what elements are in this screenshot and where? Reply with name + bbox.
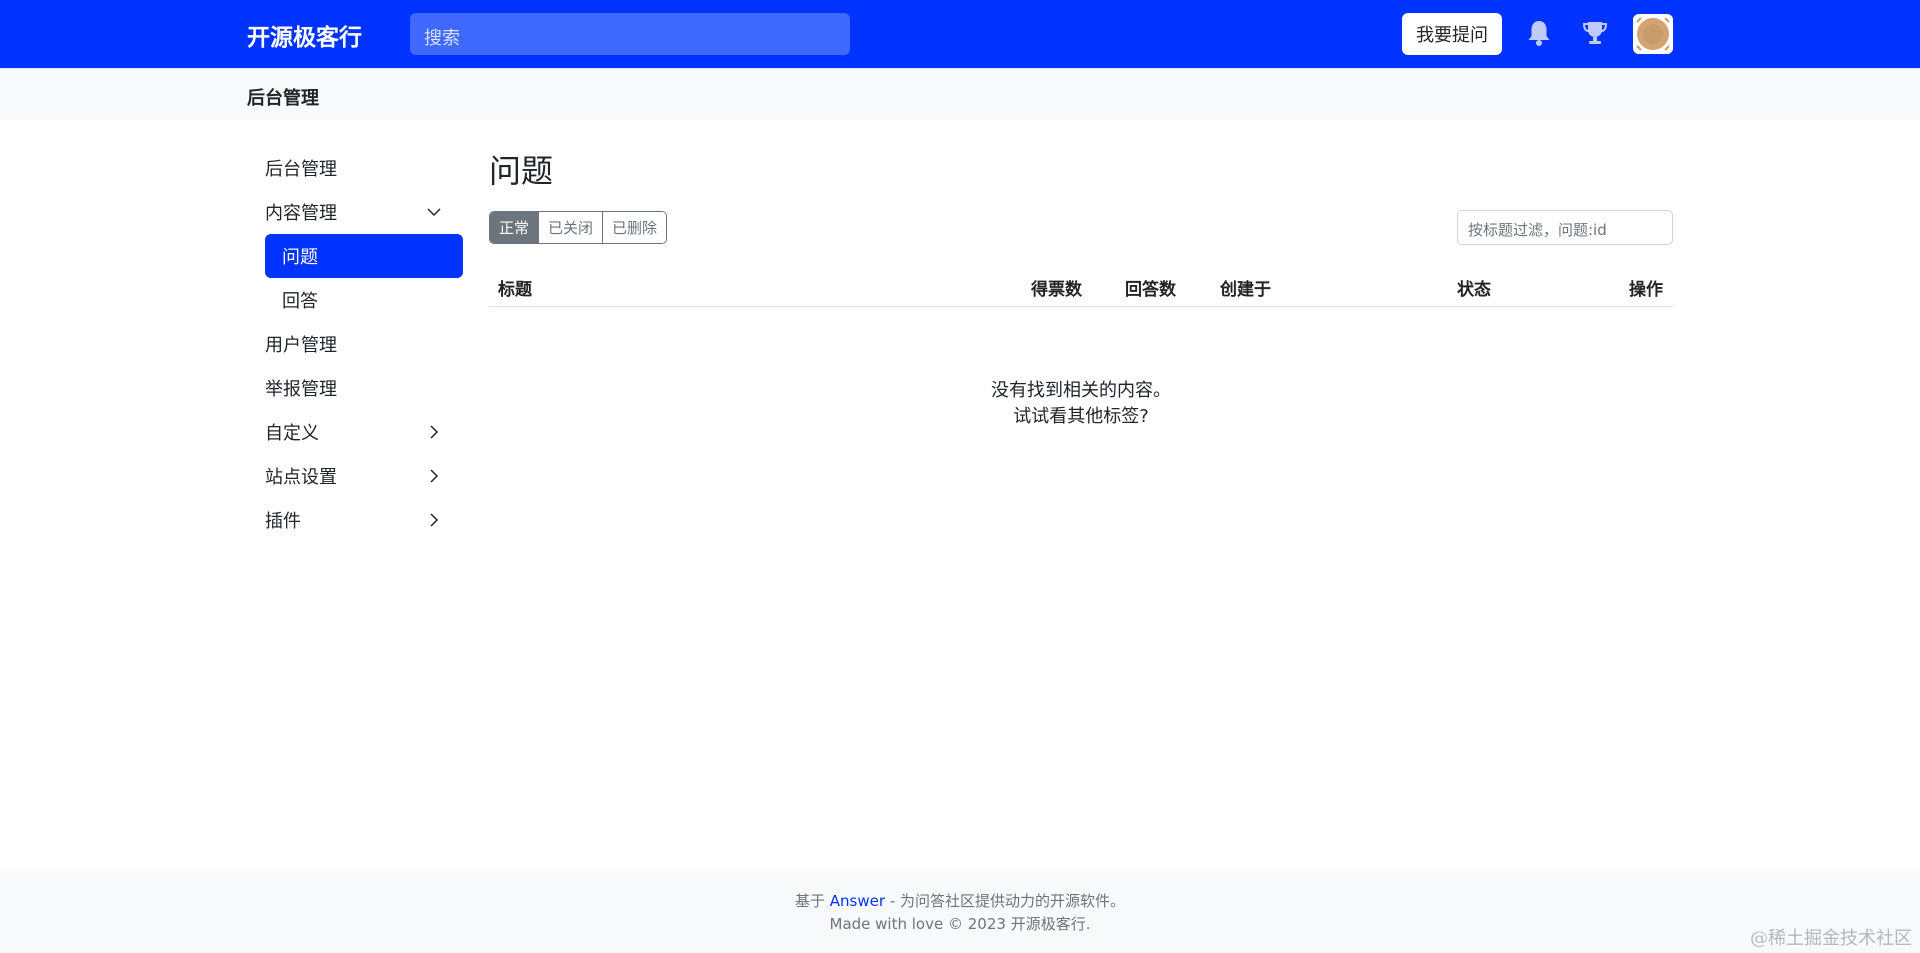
page-title: 问题	[489, 152, 554, 190]
filter-placeholder: 按标题过滤，问题:id	[1468, 221, 1607, 239]
bell-icon[interactable]	[1524, 18, 1554, 48]
table-header: 标题 得票数 回答数 创建于 状态 操作	[489, 266, 1673, 307]
answer-link[interactable]: Answer	[830, 892, 885, 910]
top-navbar: 开源极客行 搜索 我要提问	[0, 0, 1920, 68]
status-filter-tabs: 正常 已关闭 已删除	[489, 211, 668, 244]
sidebar-item-questions[interactable]: 问题	[265, 234, 463, 278]
sidebar-item-label: 后台管理	[265, 159, 337, 180]
sidebar-item-content[interactable]: 内容管理	[265, 190, 463, 234]
tab-deleted[interactable]: 已删除	[603, 212, 667, 243]
search-placeholder: 搜索	[424, 28, 460, 49]
title-filter-input[interactable]: 按标题过滤，问题:id	[1457, 210, 1673, 245]
sidebar-item-label: 自定义	[265, 423, 319, 444]
column-actions: 操作	[1629, 280, 1663, 300]
empty-hint: 试试看其他标签?	[1013, 406, 1149, 427]
sidebar-item-label: 内容管理	[265, 203, 337, 224]
tab-closed[interactable]: 已关闭	[539, 212, 604, 243]
column-votes: 得票数	[1031, 280, 1082, 300]
empty-message: 没有找到相关的内容。	[991, 380, 1171, 401]
column-status: 状态	[1457, 280, 1491, 300]
empty-state: 没有找到相关的内容。 试试看其他标签?	[489, 378, 1673, 430]
tab-normal[interactable]: 正常	[490, 212, 540, 243]
sidebar-item-answers[interactable]: 回答	[265, 278, 463, 322]
admin-subheader: 后台管理	[0, 68, 1920, 120]
sidebar-item-plugins[interactable]: 插件	[265, 498, 463, 542]
footer-credit: 基于 Answer - 为问答社区提供动力的开源软件。	[0, 890, 1920, 911]
sidebar: 后台管理 内容管理 问题 回答 用户管理 举报管理 自定义 站点设置 插件	[265, 146, 463, 542]
sidebar-item-label: 回答	[282, 291, 318, 312]
sidebar-item-customize[interactable]: 自定义	[265, 410, 463, 454]
column-title: 标题	[498, 280, 532, 300]
sidebar-item-label: 站点设置	[265, 467, 337, 488]
trophy-icon[interactable]	[1580, 18, 1610, 48]
chevron-right-icon	[430, 469, 439, 483]
search-input[interactable]: 搜索	[410, 13, 850, 55]
column-created: 创建于	[1220, 280, 1271, 300]
watermark: @稀土掘金技术社区	[1750, 928, 1912, 949]
sidebar-item-reports[interactable]: 举报管理	[265, 366, 463, 410]
footer-prefix: 基于	[794, 892, 825, 910]
sidebar-item-label: 用户管理	[265, 335, 337, 356]
sidebar-item-label: 举报管理	[265, 379, 337, 400]
footer-copyright: Made with love © 2023 开源极客行.	[829, 915, 1091, 933]
chevron-right-icon	[430, 425, 439, 439]
chevron-right-icon	[430, 513, 439, 527]
footer: 基于 Answer - 为问答社区提供动力的开源软件。 Made with lo…	[0, 871, 1920, 953]
sidebar-item-label: 问题	[282, 247, 318, 268]
footer-suffix: - 为问答社区提供动力的开源软件。	[889, 892, 1125, 910]
chevron-down-icon	[427, 208, 441, 217]
subheader-title: 后台管理	[247, 88, 319, 109]
column-answers: 回答数	[1125, 280, 1176, 300]
avatar[interactable]	[1633, 14, 1673, 54]
sidebar-item-dashboard[interactable]: 后台管理	[265, 146, 463, 190]
brand-logo[interactable]: 开源极客行	[247, 18, 362, 52]
sidebar-item-users[interactable]: 用户管理	[265, 322, 463, 366]
sidebar-item-label: 插件	[265, 511, 301, 532]
sidebar-item-site-settings[interactable]: 站点设置	[265, 454, 463, 498]
ask-question-button[interactable]: 我要提问	[1402, 13, 1502, 55]
